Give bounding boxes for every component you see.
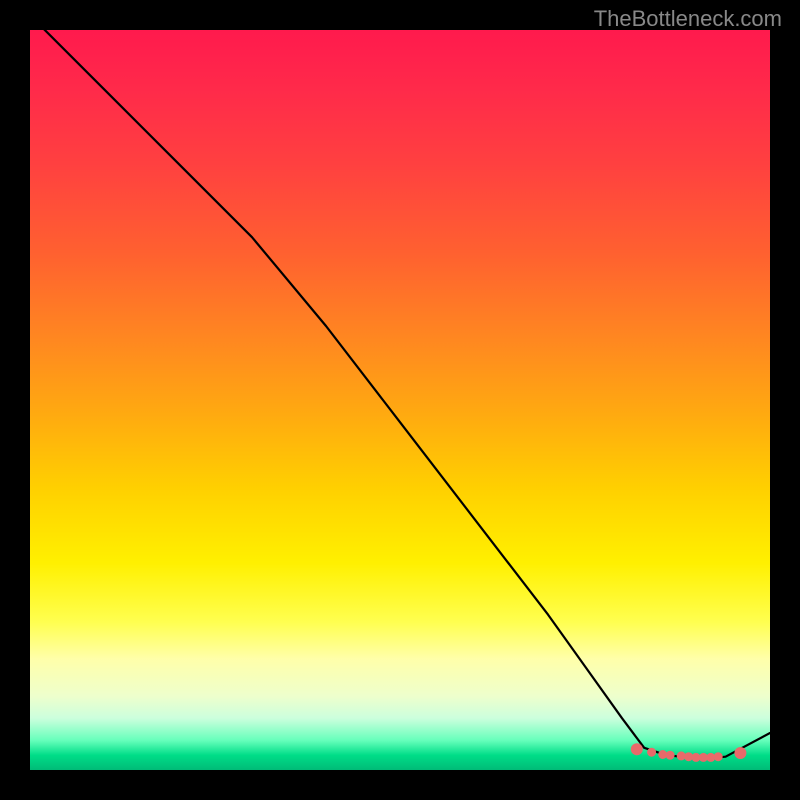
watermark-text: TheBottleneck.com [594,6,782,32]
chart-gradient-background [30,30,770,770]
